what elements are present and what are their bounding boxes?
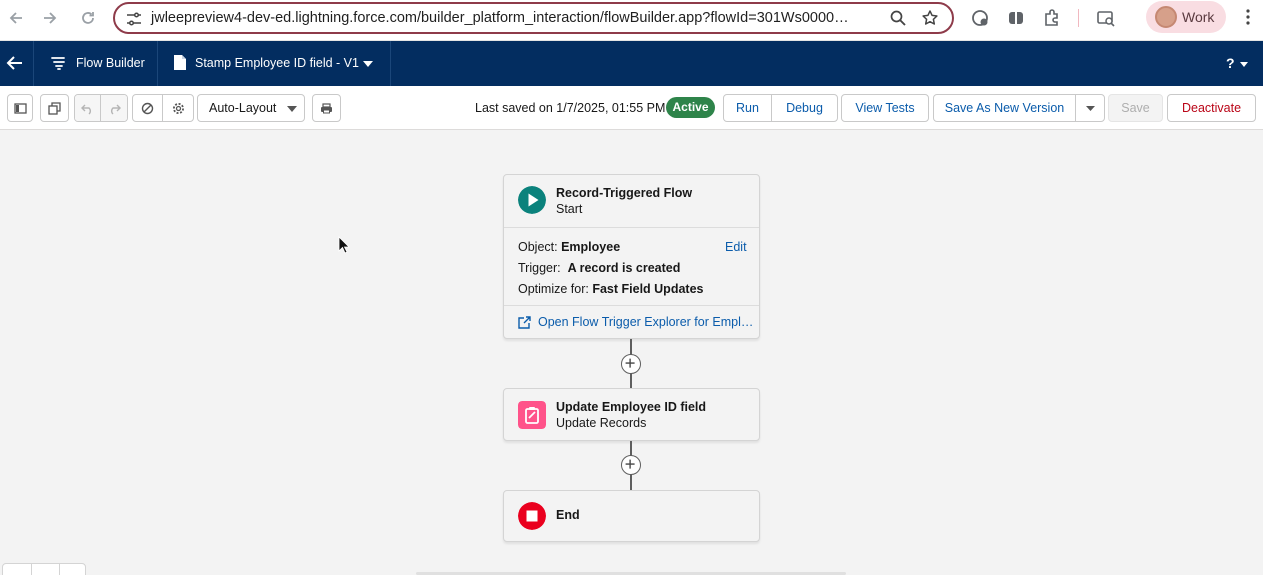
address-bar[interactable]: jwleepreview4-dev-ed.lightning.force.com… xyxy=(113,2,954,34)
save-options-button[interactable] xyxy=(1076,95,1104,121)
avatar xyxy=(1155,6,1177,28)
run-debug-group: Run Debug xyxy=(723,94,838,122)
object-value: Employee xyxy=(561,240,621,254)
app-label: Flow Builder xyxy=(76,56,145,70)
app-header: Flow Builder Stamp Employee ID field - V… xyxy=(0,41,1263,86)
update-records-element[interactable]: Update Employee ID field Update Records xyxy=(503,388,760,441)
puzzle-extensions-icon[interactable] xyxy=(1042,8,1062,28)
redo-icon xyxy=(110,104,121,115)
object-label: Object: xyxy=(518,240,558,254)
mouse-cursor-icon xyxy=(338,236,350,254)
redo-button[interactable] xyxy=(101,95,127,121)
divider xyxy=(504,227,759,228)
plus-icon xyxy=(625,358,635,368)
status-badge: Active xyxy=(666,97,715,118)
end-element[interactable]: End xyxy=(503,490,760,542)
flow-toolbar: Auto-Layout Last saved on 1/7/2025, 01:5… xyxy=(0,86,1263,130)
copy-icon xyxy=(48,101,61,115)
deactivate-button[interactable]: Deactivate xyxy=(1167,94,1256,122)
chevron-down-icon xyxy=(1085,105,1095,111)
profile-name: Work xyxy=(1182,9,1215,25)
undo-icon xyxy=(81,104,91,115)
chevron-down-icon xyxy=(287,106,297,112)
browser-forward-icon[interactable] xyxy=(38,6,62,30)
stop-icon xyxy=(518,502,546,530)
layout-mode-value: Auto-Layout xyxy=(209,101,277,115)
update-records-icon xyxy=(518,401,546,429)
browser-back-icon[interactable] xyxy=(4,6,28,30)
trigger-row: Trigger: A record is created xyxy=(518,261,680,275)
chrome-separator xyxy=(1078,9,1079,27)
debug-button[interactable]: Debug xyxy=(772,95,837,121)
save-as-new-version-button[interactable]: Save As New Version xyxy=(934,95,1076,121)
site-settings-icon[interactable] xyxy=(125,10,143,28)
browser-toolbar: jwleepreview4-dev-ed.lightning.force.com… xyxy=(0,0,1263,41)
last-saved-text: Last saved on 1/7/2025, 01:55 PM xyxy=(475,101,666,115)
url-text[interactable]: jwleepreview4-dev-ed.lightning.force.com… xyxy=(151,10,849,26)
undo-button[interactable] xyxy=(75,95,102,121)
add-element-button[interactable] xyxy=(621,354,641,374)
errors-button[interactable] xyxy=(133,95,164,121)
extension-icon[interactable] xyxy=(970,8,990,28)
header-divider xyxy=(33,41,34,86)
print-button[interactable] xyxy=(312,94,341,122)
ban-icon xyxy=(141,102,154,114)
layout-mode-select[interactable]: Auto-Layout xyxy=(197,94,305,122)
start-element-title: Record-Triggered Flow xyxy=(556,186,693,200)
panel-icon xyxy=(13,102,27,114)
divider xyxy=(504,305,759,306)
edit-trigger-link[interactable]: Edit xyxy=(725,240,747,254)
divider xyxy=(31,564,32,575)
trigger-explorer-link[interactable]: Open Flow Trigger Explorer for Empl… xyxy=(538,315,753,329)
browser-menu-icon[interactable] xyxy=(1240,8,1256,26)
object-row: Object: Employee xyxy=(518,240,620,254)
manager-button[interactable] xyxy=(40,94,69,122)
back-arrow-icon[interactable] xyxy=(5,53,25,73)
save-button[interactable]: Save xyxy=(1108,94,1163,122)
end-element-title: End xyxy=(556,508,580,522)
flow-menu-chevron-down-icon[interactable] xyxy=(362,60,374,68)
update-element-subtitle: Update Records xyxy=(556,416,647,430)
toggle-toolbox-button[interactable] xyxy=(7,94,33,122)
header-divider xyxy=(157,41,158,86)
save-version-group: Save As New Version xyxy=(933,94,1105,122)
document-icon xyxy=(174,55,186,70)
optimize-row: Optimize for: Fast Field Updates xyxy=(518,282,703,296)
optimize-value: Fast Field Updates xyxy=(592,282,704,296)
bookmark-star-icon[interactable] xyxy=(921,9,939,27)
gear-icon xyxy=(172,102,184,114)
play-icon xyxy=(518,186,546,214)
print-icon xyxy=(321,102,332,113)
external-link-icon xyxy=(518,316,531,329)
zoom-icon[interactable] xyxy=(889,9,907,27)
start-element-subtitle: Start xyxy=(556,202,583,216)
plus-icon xyxy=(625,459,635,469)
update-element-title: Update Employee ID field xyxy=(556,400,707,414)
incognito-extension-icon[interactable] xyxy=(1006,8,1026,28)
canvas-tools-group xyxy=(132,94,194,122)
trigger-value: A record is created xyxy=(567,261,681,275)
profile-chip[interactable]: Work xyxy=(1146,1,1226,33)
help-button[interactable]: ? xyxy=(1226,55,1235,71)
optimize-label: Optimize for: xyxy=(518,282,589,296)
divider xyxy=(59,564,60,575)
settings-button[interactable] xyxy=(163,95,193,121)
browser-reload-icon[interactable] xyxy=(76,6,100,30)
undo-redo-group xyxy=(74,94,128,122)
trigger-label: Trigger: xyxy=(518,261,561,275)
view-tests-button[interactable]: View Tests xyxy=(841,94,929,122)
tab-search-icon[interactable] xyxy=(1096,8,1116,28)
add-element-button[interactable] xyxy=(621,455,641,475)
flow-builder-icon xyxy=(51,57,65,70)
start-element[interactable]: Record-Triggered Flow Start Object: Empl… xyxy=(503,174,760,339)
zoom-controls[interactable] xyxy=(2,563,86,575)
run-button[interactable]: Run xyxy=(724,95,772,121)
help-chevron-down-icon[interactable] xyxy=(1240,62,1248,67)
flow-name[interactable]: Stamp Employee ID field - V1 xyxy=(195,56,359,70)
header-divider xyxy=(390,41,391,86)
